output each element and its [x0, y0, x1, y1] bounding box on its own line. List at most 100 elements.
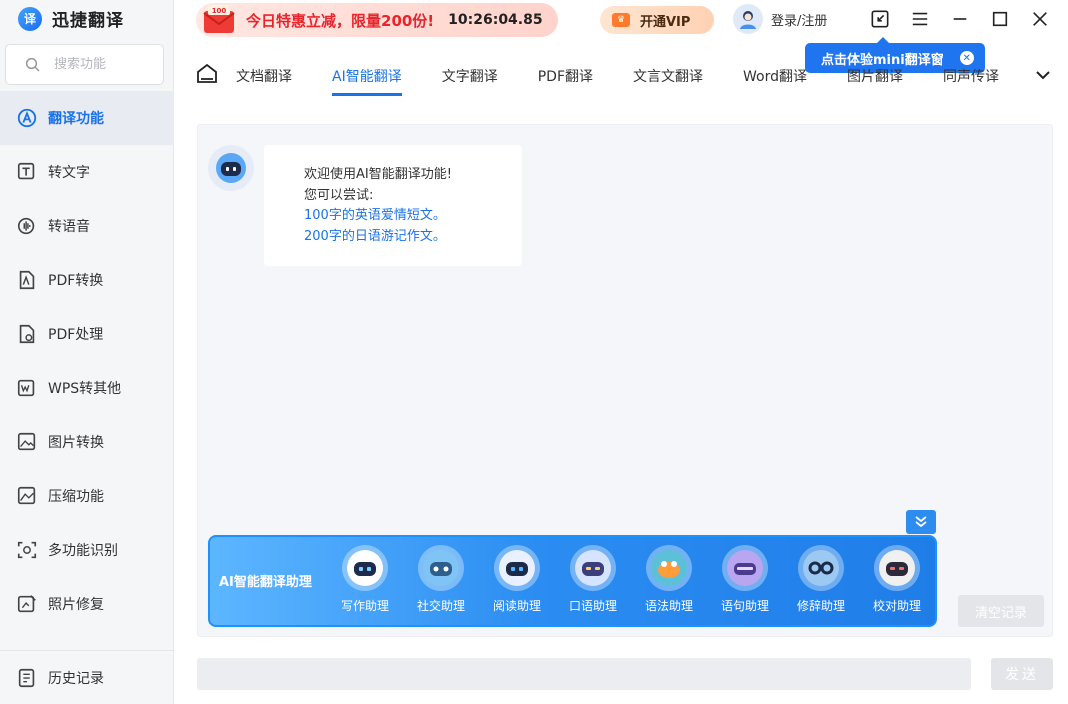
robot-face-icon — [798, 545, 844, 591]
assistant-list: 写作助理 社交助理 阅读助理 口语助理 语法助理 语句助理 修辞助理 校对助理 — [338, 545, 924, 614]
sidebar-nav: 翻译功能 转文字 转语音 PDF转换 PDF处理 WPS转其他 图片转换 压缩功… — [0, 91, 174, 631]
robot-face-icon — [722, 545, 768, 591]
photo-repair-icon — [16, 593, 38, 615]
sidebar-item-compress[interactable]: 压缩功能 — [0, 469, 174, 523]
sidebar-item-history[interactable]: 历史记录 — [0, 650, 174, 704]
sidebar-item-photo-repair[interactable]: 照片修复 — [0, 577, 174, 631]
suggestion-link[interactable]: 200字的日语游记作文。 — [304, 227, 522, 248]
welcome-message: 欢迎使用AI智能翻译功能! 您可以尝试: 100字的英语爱情短文。 200字的日… — [264, 145, 522, 266]
robot-face-icon — [418, 545, 464, 591]
app-logo: 译 迅捷翻译 — [18, 6, 124, 31]
tab-pdf[interactable]: PDF翻译 — [538, 62, 593, 96]
assistant-proofread[interactable]: 校对助理 — [870, 545, 924, 614]
login-label: 登录/注册 — [771, 13, 828, 29]
double-chevron-down-icon — [915, 516, 927, 528]
assistant-sentence[interactable]: 语句助理 — [718, 545, 772, 614]
sidebar-item-label: 压缩功能 — [48, 489, 104, 505]
minimize-button[interactable] — [949, 8, 971, 30]
tab-classical[interactable]: 文言文翻译 — [633, 62, 703, 96]
robot-face-icon — [342, 545, 388, 591]
assistant-label: 修辞助理 — [796, 599, 845, 613]
tab-image[interactable]: 图片翻译 — [847, 62, 903, 96]
sidebar-item-label: 转语音 — [48, 219, 90, 235]
pdf-process-icon — [16, 323, 38, 345]
wps-icon — [16, 377, 38, 399]
minimize-icon — [953, 18, 967, 20]
message-input[interactable] — [197, 658, 971, 690]
sidebar-item-label: 图片转换 — [48, 435, 104, 451]
assistant-grammar[interactable]: 语法助理 — [642, 545, 696, 614]
sidebar-item-label: 历史记录 — [48, 670, 104, 687]
mini-window-icon — [871, 10, 889, 28]
assistant-bar-title: AI智能翻译助理 — [219, 575, 312, 590]
sidebar-item-label: WPS转其他 — [48, 381, 122, 397]
collapse-assistants-button[interactable] — [906, 510, 936, 534]
sidebar-item-label: 翻译功能 — [48, 111, 104, 127]
sidebar-item-translate[interactable]: 翻译功能 — [0, 91, 174, 145]
sidebar-item-wps[interactable]: WPS转其他 — [0, 361, 174, 415]
search-icon — [25, 57, 40, 72]
welcome-line: 您可以尝试: — [304, 187, 374, 203]
app-title: 迅捷翻译 — [52, 11, 124, 31]
tab-bar: 文档翻译 AI智能翻译 文字翻译 PDF翻译 文言文翻译 Word翻译 图片翻译… — [236, 62, 1012, 96]
avatar — [733, 4, 763, 34]
sidebar-item-voice[interactable]: 转语音 — [0, 199, 174, 253]
sidebar-item-image[interactable]: 图片转换 — [0, 415, 174, 469]
assistant-label: 社交助理 — [416, 599, 465, 613]
assistant-label: 口语助理 — [568, 599, 617, 613]
sidebar-item-label: 多功能识别 — [48, 543, 118, 559]
tab-word[interactable]: Word翻译 — [743, 62, 807, 96]
promo-banner[interactable]: 100 今日特惠立减，限量200份! 10:26:04.85 — [196, 3, 558, 37]
text-convert-icon — [16, 161, 38, 183]
banner-badge: 100 — [212, 7, 227, 15]
search-input[interactable] — [54, 57, 154, 72]
login-button[interactable]: 登录/注册 — [733, 4, 827, 34]
vip-label: 开通VIP — [640, 14, 691, 30]
suggestion-link[interactable]: 100字的英语爱情短文。 — [304, 206, 522, 227]
maximize-icon — [992, 11, 1008, 27]
bot-avatar — [208, 145, 254, 191]
close-button[interactable] — [1029, 8, 1051, 30]
sidebar-item-recognize[interactable]: 多功能识别 — [0, 523, 174, 577]
mini-window-button[interactable] — [869, 8, 891, 30]
vip-button[interactable]: ♛ 开通VIP — [600, 6, 714, 34]
home-icon[interactable] — [196, 63, 218, 85]
chevron-down-icon[interactable] — [1034, 66, 1052, 84]
robot-face-icon — [494, 545, 540, 591]
clear-history-button[interactable]: 清空记录 — [958, 595, 1044, 627]
assistant-speaking[interactable]: 口语助理 — [566, 545, 620, 614]
chat-panel: 欢迎使用AI智能翻译功能! 您可以尝试: 100字的英语爱情短文。 200字的日… — [197, 124, 1053, 637]
sidebar-item-label: PDF处理 — [48, 327, 104, 343]
assistant-writing[interactable]: 写作助理 — [338, 545, 392, 614]
robot-face-icon — [570, 545, 616, 591]
tab-document[interactable]: 文档翻译 — [236, 62, 292, 96]
tab-ai-translate[interactable]: AI智能翻译 — [332, 62, 402, 96]
sidebar-item-label: PDF转换 — [48, 273, 104, 289]
tab-text[interactable]: 文字翻译 — [442, 62, 498, 96]
sidebar-item-pdf-convert[interactable]: PDF转换 — [0, 253, 174, 307]
assistant-social[interactable]: 社交助理 — [414, 545, 468, 614]
tab-simultaneous[interactable]: 同声传译 — [943, 62, 999, 96]
compress-icon — [16, 485, 38, 507]
sidebar-item-label: 照片修复 — [48, 597, 104, 613]
assistant-label: 校对助理 — [872, 599, 921, 613]
sidebar-item-pdf-process[interactable]: PDF处理 — [0, 307, 174, 361]
robot-icon — [216, 153, 246, 183]
gift-envelope-icon: 100 — [203, 5, 235, 33]
translate-icon — [16, 107, 38, 129]
menu-button[interactable] — [909, 8, 931, 30]
robot-face-icon — [874, 545, 920, 591]
sidebar-item-text-convert[interactable]: 转文字 — [0, 145, 174, 199]
assistant-reading[interactable]: 阅读助理 — [490, 545, 544, 614]
robot-face-icon — [646, 545, 692, 591]
assistant-label: 语法助理 — [644, 599, 693, 613]
assistant-rhetoric[interactable]: 修辞助理 — [794, 545, 848, 614]
vip-crown-icon: ♛ — [612, 13, 630, 27]
search-box[interactable] — [5, 44, 164, 85]
menu-icon — [912, 12, 928, 26]
history-icon — [16, 667, 38, 689]
maximize-button[interactable] — [989, 8, 1011, 30]
app-logo-icon: 译 — [18, 6, 42, 31]
assistant-label: 语句助理 — [720, 599, 769, 613]
send-button[interactable]: 发送 — [991, 658, 1053, 690]
